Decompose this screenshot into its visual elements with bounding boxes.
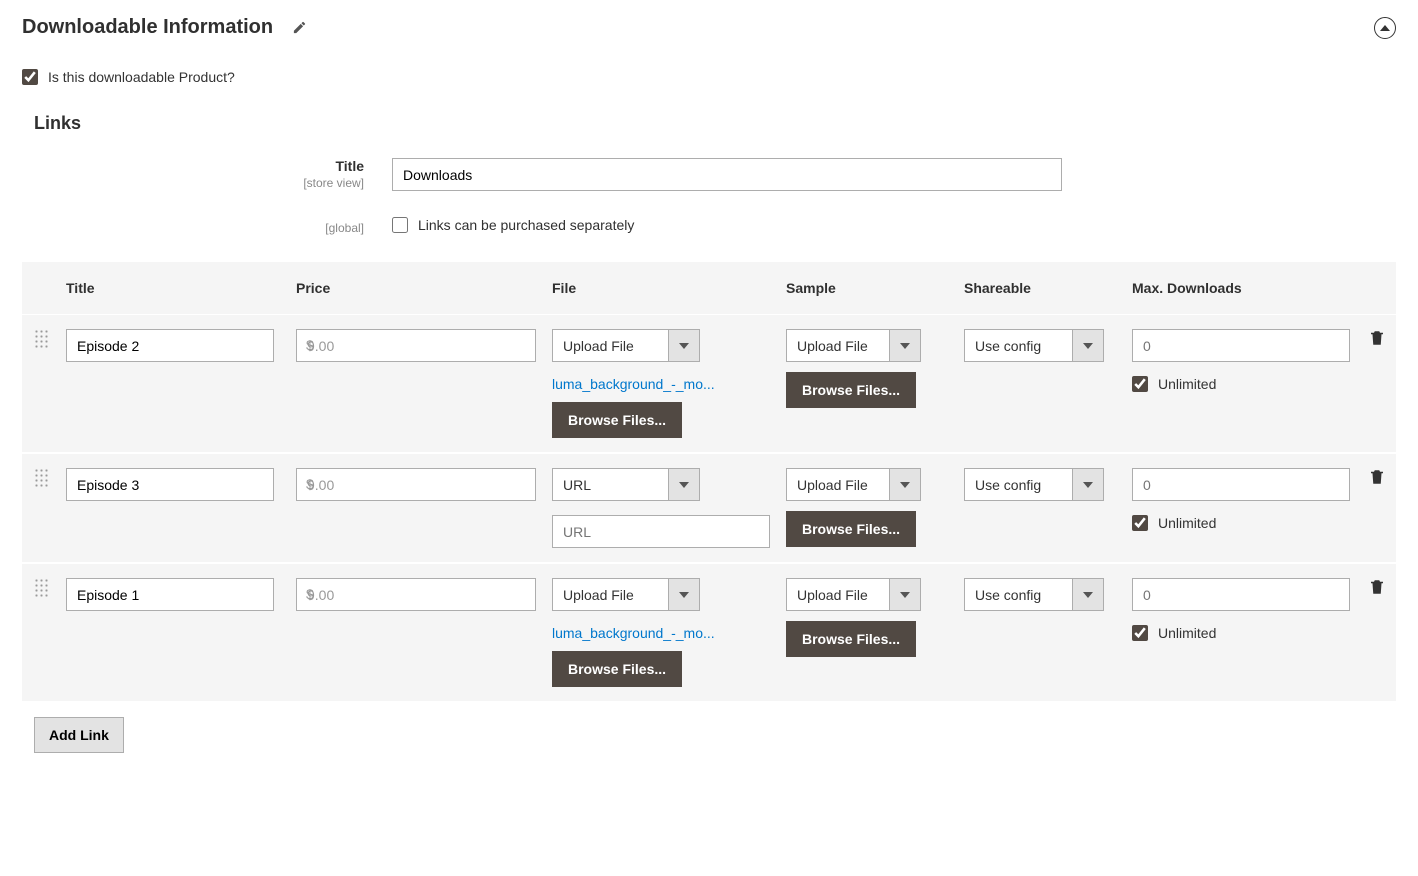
links-title-input-col bbox=[392, 158, 1062, 191]
links-table: Title Price File Sample Shareable Max. D… bbox=[22, 262, 1396, 703]
chevron-down-icon[interactable] bbox=[1072, 578, 1104, 611]
trash-icon[interactable] bbox=[1368, 578, 1386, 596]
price-wrap: $ bbox=[296, 329, 536, 362]
sample-mode-dropdown[interactable]: Upload File bbox=[786, 578, 921, 611]
file-url-input[interactable] bbox=[552, 515, 770, 548]
file-mode-dropdown[interactable]: Upload File bbox=[552, 329, 700, 362]
chevron-down-icon[interactable] bbox=[889, 329, 921, 362]
th-title: Title bbox=[58, 262, 288, 315]
collapse-toggle[interactable] bbox=[1374, 17, 1396, 39]
unlimited-checkbox[interactable] bbox=[1132, 376, 1148, 392]
links-separate-label: Links can be purchased separately bbox=[418, 217, 634, 233]
max-downloads-input[interactable] bbox=[1132, 329, 1350, 362]
shareable-label: Use config bbox=[964, 578, 1072, 611]
unlimited-row: Unlimited bbox=[1132, 625, 1352, 641]
th-price: Price bbox=[288, 262, 544, 315]
shareable-dropdown[interactable]: Use config bbox=[964, 329, 1104, 362]
is-downloadable-checkbox[interactable] bbox=[22, 69, 38, 85]
sample-browse-button[interactable]: Browse Files... bbox=[786, 511, 916, 547]
shareable-dropdown[interactable]: Use config bbox=[964, 468, 1104, 501]
table-row: $ Upload File luma_background_-_mo... Brows… bbox=[22, 563, 1396, 702]
file-mode-label: Upload File bbox=[552, 578, 668, 611]
links-separate-checkbox[interactable] bbox=[392, 217, 408, 233]
max-downloads-input[interactable] bbox=[1132, 468, 1350, 501]
chevron-down-icon[interactable] bbox=[1072, 329, 1104, 362]
file-mode-dropdown[interactable]: Upload File bbox=[552, 578, 700, 611]
row-title-input[interactable] bbox=[66, 329, 274, 362]
shareable-dropdown[interactable]: Use config bbox=[964, 578, 1104, 611]
links-title-label-col: Title [store view] bbox=[22, 158, 392, 191]
links-separate-input-col: Links can be purchased separately bbox=[392, 217, 1062, 236]
links-heading: Links bbox=[34, 113, 1396, 134]
unlimited-row: Unlimited bbox=[1132, 376, 1352, 392]
unlimited-checkbox[interactable] bbox=[1132, 515, 1148, 531]
chevron-down-icon[interactable] bbox=[668, 329, 700, 362]
chevron-down-icon[interactable] bbox=[668, 578, 700, 611]
add-link-button[interactable]: Add Link bbox=[34, 717, 124, 753]
chevron-down-icon[interactable] bbox=[889, 578, 921, 611]
links-separate-label-col: [global] bbox=[22, 217, 392, 236]
file-browse-button[interactable]: Browse Files... bbox=[552, 651, 682, 687]
edit-icon[interactable] bbox=[291, 20, 307, 36]
chevron-down-icon[interactable] bbox=[668, 468, 700, 501]
sample-browse-button[interactable]: Browse Files... bbox=[786, 621, 916, 657]
chevron-down-icon[interactable] bbox=[889, 468, 921, 501]
row-price-input[interactable] bbox=[296, 329, 536, 362]
th-file: File bbox=[544, 262, 778, 315]
row-title-input[interactable] bbox=[66, 468, 274, 501]
links-separate-scope: [global] bbox=[22, 221, 364, 235]
unlimited-label: Unlimited bbox=[1158, 515, 1216, 531]
row-price-input[interactable] bbox=[296, 468, 536, 501]
links-title-scope: [store view] bbox=[22, 176, 364, 190]
links-separate-label-wrap: Links can be purchased separately bbox=[392, 217, 634, 233]
max-downloads-input[interactable] bbox=[1132, 578, 1350, 611]
section-header: Downloadable Information bbox=[22, 12, 1396, 39]
drag-handle-icon[interactable] bbox=[34, 468, 48, 488]
table-row: $ URL Upload File Browse Files... Use config… bbox=[22, 453, 1396, 563]
table-row: $ Upload File luma_background_-_mo... Brows… bbox=[22, 315, 1396, 454]
links-title-input[interactable] bbox=[392, 158, 1062, 191]
file-mode-dropdown[interactable]: URL bbox=[552, 468, 700, 501]
unlimited-checkbox[interactable] bbox=[1132, 625, 1148, 641]
section-header-left: Downloadable Information bbox=[22, 16, 307, 39]
sample-mode-dropdown[interactable]: Upload File bbox=[786, 329, 921, 362]
file-name-link[interactable]: luma_background_-_mo... bbox=[552, 376, 742, 392]
file-browse-button[interactable]: Browse Files... bbox=[552, 402, 682, 438]
links-table-header-row: Title Price File Sample Shareable Max. D… bbox=[22, 262, 1396, 315]
price-wrap: $ bbox=[296, 468, 536, 501]
sample-mode-dropdown[interactable]: Upload File bbox=[786, 468, 921, 501]
file-mode-label: URL bbox=[552, 468, 668, 501]
is-downloadable-row: Is this downloadable Product? bbox=[22, 69, 1396, 85]
add-link-wrap: Add Link bbox=[34, 717, 1396, 753]
drag-handle-icon[interactable] bbox=[34, 329, 48, 349]
shareable-label: Use config bbox=[964, 468, 1072, 501]
shareable-label: Use config bbox=[964, 329, 1072, 362]
trash-icon[interactable] bbox=[1368, 329, 1386, 347]
trash-icon[interactable] bbox=[1368, 468, 1386, 486]
row-title-input[interactable] bbox=[66, 578, 274, 611]
sample-browse-button[interactable]: Browse Files... bbox=[786, 372, 916, 408]
links-title-label: Title bbox=[22, 158, 364, 174]
chevron-down-icon[interactable] bbox=[1072, 468, 1104, 501]
th-max: Max. Downloads bbox=[1124, 262, 1360, 315]
chevron-up-icon bbox=[1380, 25, 1390, 31]
file-name-link[interactable]: luma_background_-_mo... bbox=[552, 625, 742, 641]
links-separate-row: [global] Links can be purchased separate… bbox=[22, 217, 1396, 236]
row-price-input[interactable] bbox=[296, 578, 536, 611]
section-title: Downloadable Information bbox=[22, 16, 273, 39]
th-sample: Sample bbox=[778, 262, 956, 315]
price-wrap: $ bbox=[296, 578, 536, 611]
links-title-row: Title [store view] bbox=[22, 158, 1396, 191]
sample-mode-label: Upload File bbox=[786, 578, 889, 611]
unlimited-label: Unlimited bbox=[1158, 376, 1216, 392]
unlimited-row: Unlimited bbox=[1132, 515, 1352, 531]
sample-mode-label: Upload File bbox=[786, 329, 889, 362]
drag-handle-icon[interactable] bbox=[34, 578, 48, 598]
unlimited-label: Unlimited bbox=[1158, 625, 1216, 641]
sample-mode-label: Upload File bbox=[786, 468, 889, 501]
is-downloadable-label: Is this downloadable Product? bbox=[48, 69, 235, 85]
file-mode-label: Upload File bbox=[552, 329, 668, 362]
th-shareable: Shareable bbox=[956, 262, 1124, 315]
